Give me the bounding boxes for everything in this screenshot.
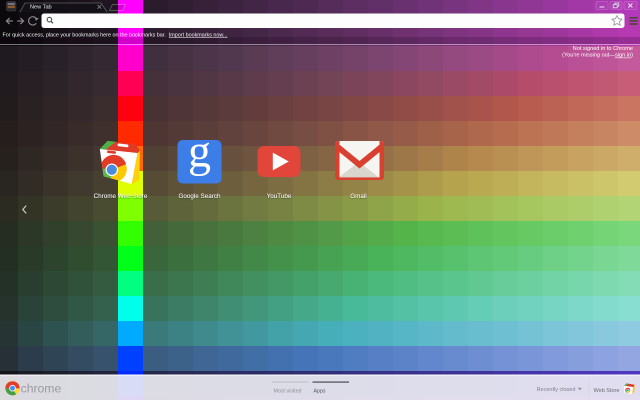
svg-text:chrome: chrome	[21, 382, 62, 396]
svg-text:New Tab: New Tab	[30, 5, 52, 11]
svg-text:Chrome Web Store: Chrome Web Store	[94, 193, 148, 200]
svg-text:Not signed in to Chrome: Not signed in to Chrome	[573, 46, 633, 52]
svg-text:Apps: Apps	[314, 389, 326, 395]
svg-text:g: g	[188, 126, 211, 177]
svg-text:YouTube: YouTube	[267, 193, 292, 200]
svg-text:(You're missing out—sign in): (You're missing out—sign in)	[562, 53, 633, 59]
svg-text:Google Search: Google Search	[178, 193, 221, 200]
svg-text:Most visited: Most visited	[274, 389, 302, 395]
svg-text:Gmail: Gmail	[350, 193, 366, 200]
svg-text:Recently closed: Recently closed	[537, 387, 576, 393]
svg-text:For quick access, place your b: For quick access, place your bookmarks h…	[3, 32, 228, 38]
svg-text:Web Store: Web Store	[594, 388, 620, 394]
